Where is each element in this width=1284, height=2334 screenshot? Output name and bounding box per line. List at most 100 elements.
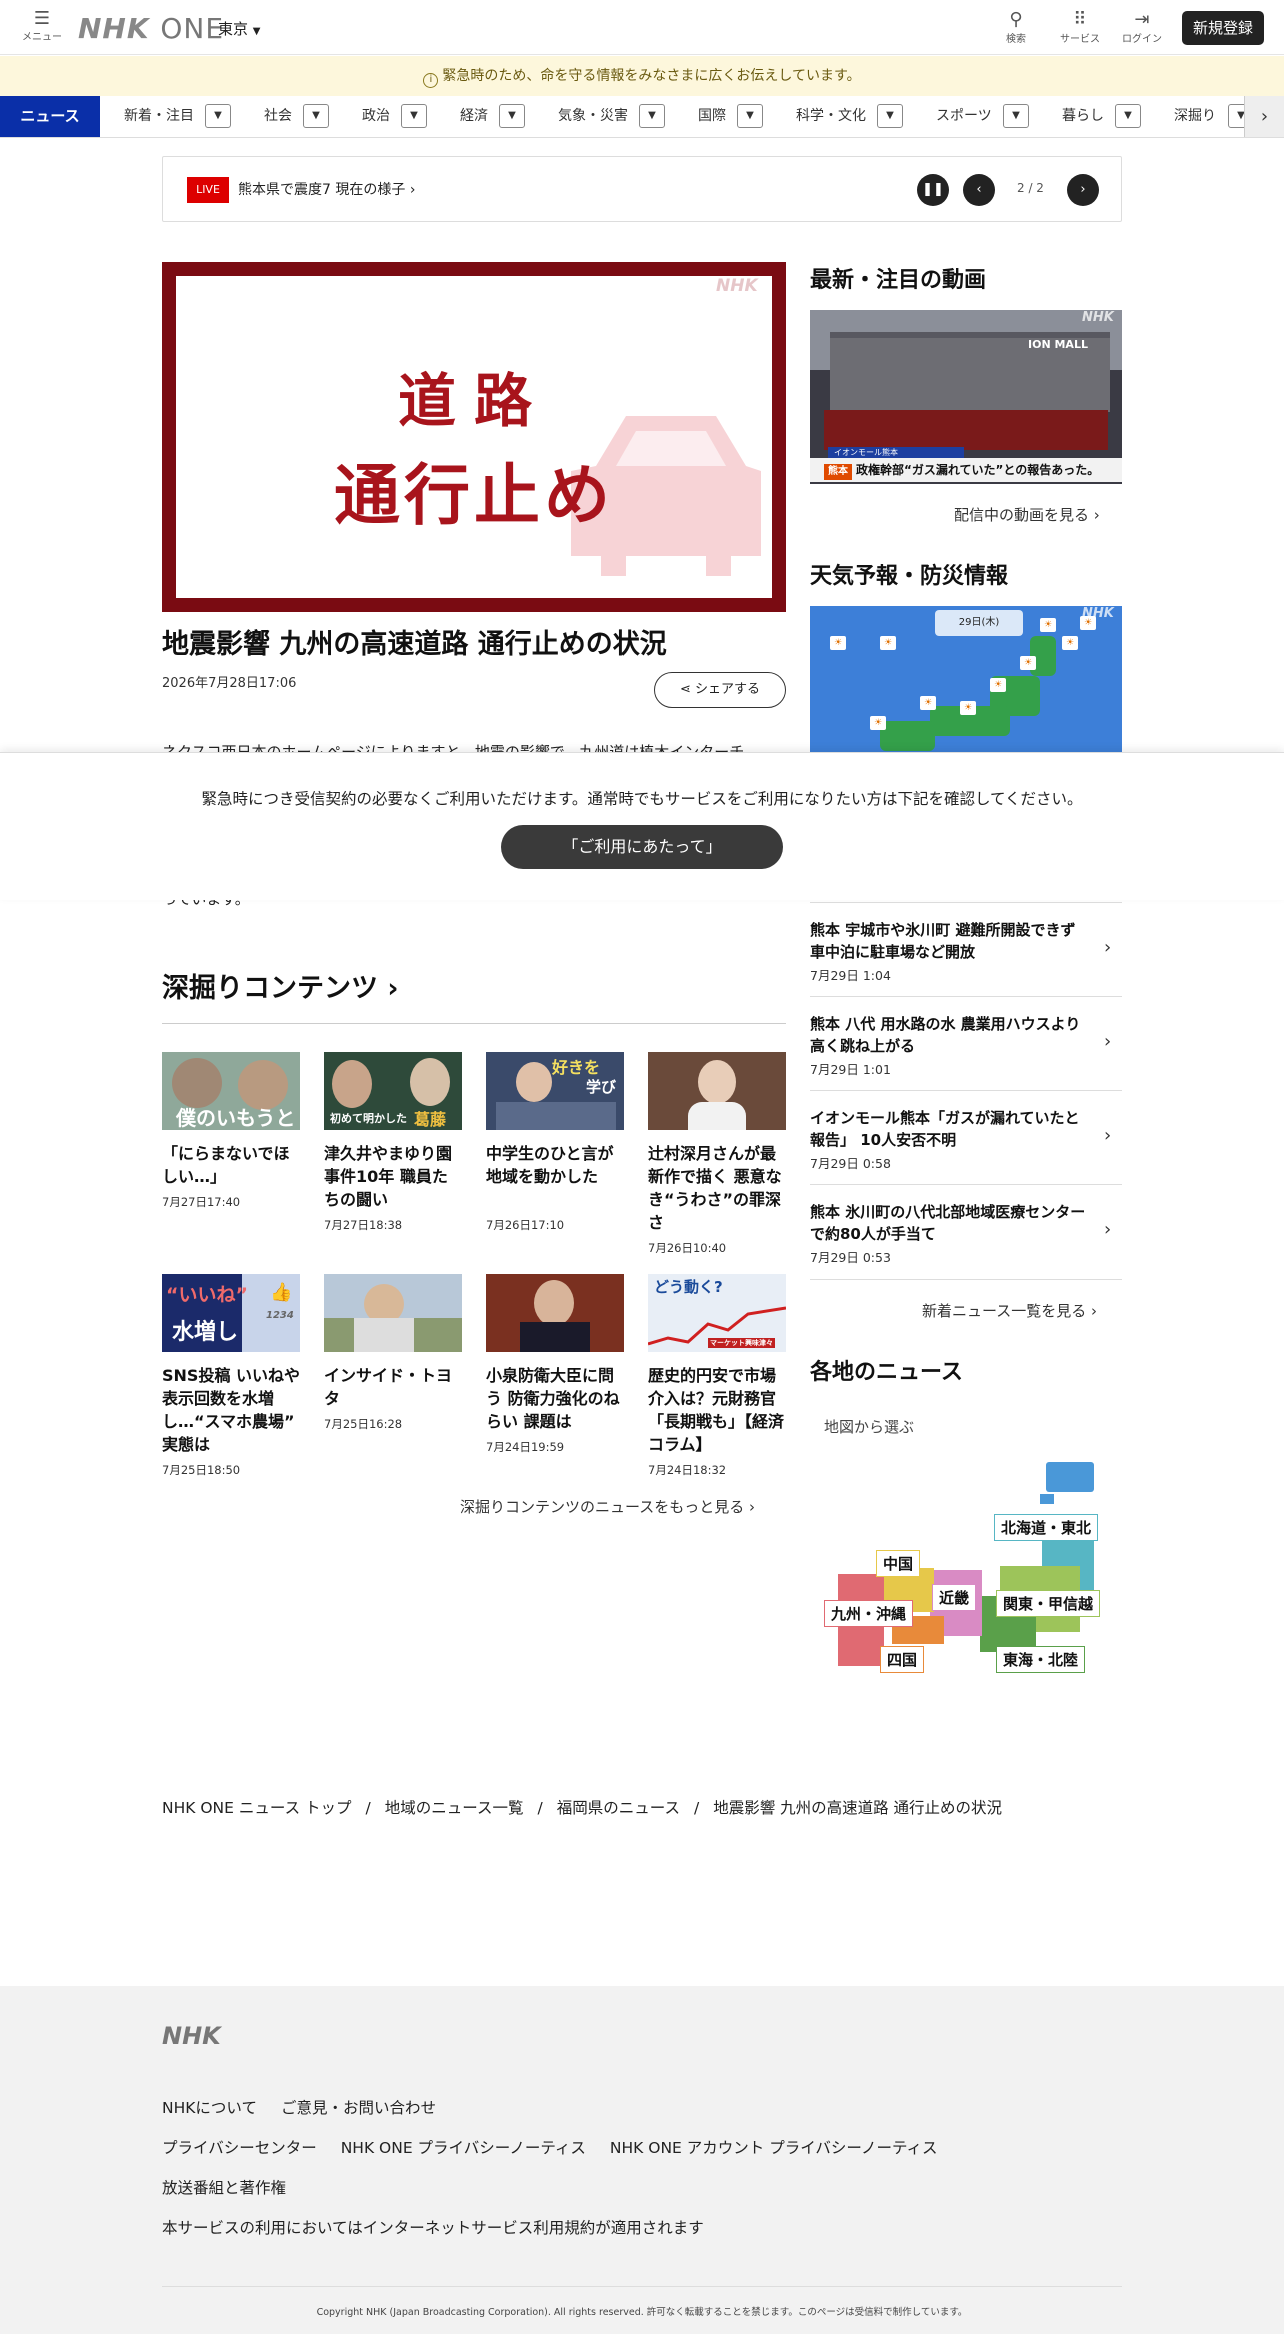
region-hokkaido-shape[interactable] [1040, 1494, 1054, 1504]
news-list-item[interactable]: 熊本 氷川町の八代北部地域医療センターで約80人が手当て 7月29日 0:53 … [810, 1184, 1122, 1280]
sun-icon: ☀ [990, 678, 1006, 692]
footer-link[interactable]: プライバシーセンター [162, 2139, 317, 2157]
sun-icon: ☀ [920, 696, 936, 710]
region-label-hokkaido-tohoku[interactable]: 北海道・東北 [994, 1514, 1099, 1541]
news-more-label: 新着ニュース一覧を見る [922, 1302, 1087, 1320]
signup-button[interactable]: 新規登録 [1182, 11, 1264, 45]
terms-button[interactable]: 「ご利用にあたって」 [501, 825, 783, 869]
nav-item-deepdive[interactable]: 深掘り [1174, 96, 1216, 137]
card-title: 歴史的円安で市場介入は？元財務官「長期戦も」【経済コラム】 [648, 1366, 785, 1454]
menu-button[interactable]: ☰ メニュー [22, 10, 62, 44]
ticker-link[interactable]: 熊本県で震度7 現在の様子 › [238, 179, 415, 199]
news-list-item[interactable]: イオンモール熊本「ガスが漏れていたと報告」 10人安否不明 7月29日 0:58… [810, 1090, 1122, 1184]
search-button[interactable]: ⚲ 検索 [986, 9, 1046, 46]
nav-item-society[interactable]: 社会 [264, 96, 292, 137]
chevron-down-icon[interactable]: ▼ [1115, 104, 1141, 128]
image-text-closed: 通行止め [334, 457, 614, 534]
chevron-down-icon[interactable]: ▼ [303, 104, 329, 128]
local-news-heading: 各地のニュース [810, 1360, 963, 1385]
chevron-down-icon[interactable]: ▼ [877, 104, 903, 128]
nav-item-science[interactable]: 科学・文化 [796, 96, 866, 137]
next-button[interactable]: › [1067, 174, 1099, 206]
share-icon: ⋖ [679, 682, 691, 697]
breadcrumb-item[interactable]: NHK ONE ニュース トップ [162, 1799, 352, 1817]
card-image-text: 1234 [266, 1310, 294, 1321]
region-label-chugoku[interactable]: 中国 [876, 1550, 921, 1577]
live-badge: LIVE [187, 177, 229, 203]
search-label: 検索 [1006, 34, 1026, 45]
card-image: 好きを 学び [486, 1052, 624, 1130]
top-bar: ☰ メニュー NHK ONE 東京 ▼ ⚲ 検索 ⠿ サービス ⇥ ログイン 新… [0, 0, 1284, 55]
card-title: 「にらまないでほしい…」 [162, 1144, 290, 1186]
card-date: 7月27日18:38 [324, 1218, 403, 1232]
pause-button[interactable]: ❚❚ [917, 174, 949, 206]
news-title: 熊本 宇城市や氷川町 避難所開設できず車中泊に駐車場など開放 [810, 921, 1076, 961]
nav-item-latest[interactable]: 新着・注目 [124, 96, 194, 137]
footer-link[interactable]: ご意見・お問い合わせ [281, 2099, 436, 2117]
notice-text: 緊急時のため、命を守る情報をみなさまに広くお伝えしています。 [442, 68, 861, 84]
card-image-face [332, 1060, 372, 1108]
chevron-down-icon[interactable]: ▼ [499, 104, 525, 128]
footer-link[interactable]: 放送番組と著作権 [162, 2179, 286, 2197]
video-thumbnail[interactable]: ION MALL NHK イオンモール熊本 熊本 政権幹部“ガス漏れていた”との報… [810, 310, 1122, 484]
login-icon: ⇥ [1134, 9, 1150, 30]
nav-item-politics[interactable]: 政治 [362, 96, 390, 137]
footer-logo[interactable]: NHK [162, 2022, 221, 2050]
nav-item-international[interactable]: 国際 [698, 96, 726, 137]
nhk-one-logo[interactable]: NHK ONE [78, 12, 224, 45]
region-selector[interactable]: 東京 ▼ [218, 18, 261, 39]
region-label-kanto[interactable]: 関東・甲信越 [996, 1590, 1101, 1617]
card-image: 僕のいもうと [162, 1052, 300, 1130]
chevron-right-icon: › [387, 973, 399, 1004]
chevron-down-icon[interactable]: ▼ [1003, 104, 1029, 128]
footer-row: NHKについて ご意見・お問い合わせ [162, 2096, 460, 2118]
region-label-kyushu-okinawa[interactable]: 九州・沖縄 [824, 1600, 914, 1627]
card-image-face [534, 1280, 574, 1326]
news-list-item[interactable]: 熊本 宇城市や氷川町 避難所開設できず車中泊に駐車場など開放 7月29日 1:0… [810, 902, 1122, 996]
breadcrumb-item[interactable]: 福岡県のニュース [557, 1799, 680, 1817]
chevron-down-icon[interactable]: ▼ [737, 104, 763, 128]
map-land [880, 721, 935, 751]
nav-item-sports[interactable]: スポーツ [936, 96, 992, 137]
sun-icon: ☀ [960, 701, 976, 715]
footer-link[interactable]: NHKについて [162, 2099, 257, 2117]
deepdive-more-link[interactable]: 深掘りコンテンツのニュースをもっと見る › [460, 1496, 755, 1517]
videos-more-link[interactable]: 配信中の動画を見る › [954, 504, 1100, 525]
news-more-link[interactable]: 新着ニュース一覧を見る › [922, 1300, 1097, 1321]
share-button[interactable]: ⋖ シェアする [654, 672, 786, 708]
chevron-down-icon[interactable]: ▼ [401, 104, 427, 128]
region-hokkaido-shape[interactable] [1046, 1462, 1094, 1492]
footer-link[interactable]: NHK ONE アカウント プライバシーノーティス [610, 2139, 938, 2157]
chevron-down-icon[interactable]: ▼ [639, 104, 665, 128]
breadcrumb-item[interactable]: 地域のニュース一覧 [385, 1799, 524, 1817]
region-label-shikoku[interactable]: 四国 [880, 1646, 925, 1673]
sun-icon: ☀ [1020, 656, 1036, 670]
nav-item-weather[interactable]: 気象・災害 [558, 96, 628, 137]
login-button[interactable]: ⇥ ログイン [1112, 9, 1172, 46]
ticker-page: 2 / 2 [1017, 181, 1044, 195]
card-date: 7月26日10:40 [648, 1241, 727, 1255]
weather-map[interactable]: 29日(木) NHK ☀ ☀ ☀ ☀ ☀ ☀ ☀ ☀ ☀ ☀ [810, 606, 1122, 756]
chevron-down-icon[interactable]: ▼ [205, 104, 231, 128]
region-label-tokai-hokuriku[interactable]: 東海・北陸 [996, 1646, 1086, 1673]
search-icon: ⚲ [1009, 9, 1023, 30]
footer-link[interactable]: NHK ONE プライバシーノーティス [341, 2139, 586, 2157]
breadcrumb-separator: / [537, 1799, 543, 1817]
card-image-body [688, 1102, 746, 1130]
services-button[interactable]: ⠿ サービス [1050, 10, 1110, 46]
info-icon: i [423, 73, 439, 88]
footer-terms[interactable]: 本サービスの利用においてはインターネットサービス利用規約が適用されます [162, 2216, 704, 2238]
card-title: 辻村深月さんが最新作で描く 悪意なき“うわさ”の罪深さ [648, 1144, 782, 1232]
card-date: 7月25日16:28 [324, 1417, 403, 1431]
deepdive-heading[interactable]: 深掘りコンテンツ › [162, 966, 399, 1005]
video-sign: ION MALL [1028, 338, 1088, 351]
nav-item-economy[interactable]: 経済 [460, 96, 488, 137]
chevron-right-icon: › [749, 1498, 756, 1516]
news-date: 7月29日 0:58 [810, 1156, 891, 1171]
prev-button[interactable]: ‹ [963, 174, 995, 206]
nav-item-life[interactable]: 暮らし [1062, 96, 1104, 137]
nav-scroll-right-button[interactable]: › [1244, 96, 1284, 137]
nav-item-news[interactable]: ニュース [0, 96, 100, 137]
region-label-kinki[interactable]: 近畿 [932, 1584, 977, 1611]
news-list-item[interactable]: 熊本 八代 用水路の水 農業用ハウスより高く跳ね上がる 7月29日 1:01 › [810, 996, 1122, 1090]
